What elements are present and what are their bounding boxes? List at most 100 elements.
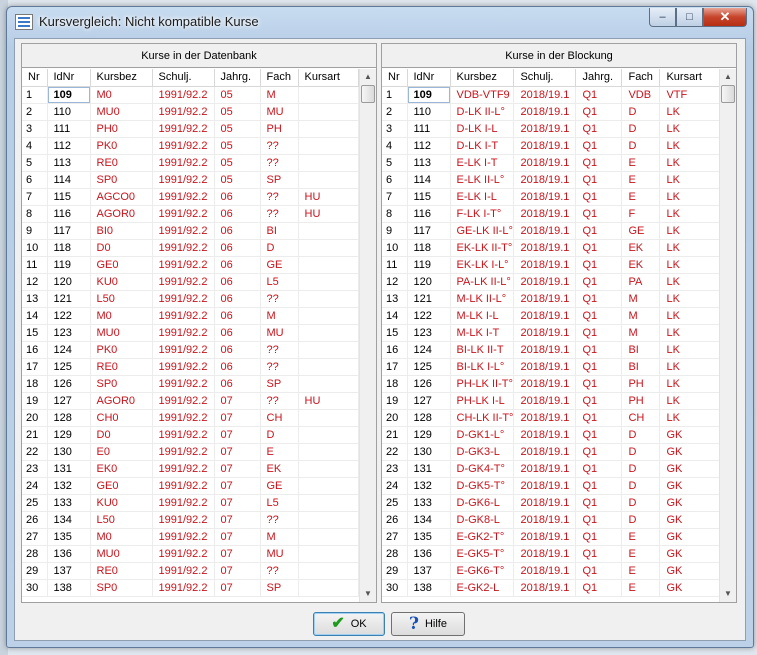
table-row[interactable]: 27 135 E-GK2-T° 2018/19.1 Q1 E GK (382, 528, 721, 546)
table-row[interactable]: 29 137 RE0 1991/92.2 07?? (22, 562, 359, 580)
column-header[interactable]: Kursart (659, 69, 721, 87)
table-row[interactable]: 30 138 SP0 1991/92.2 07 SP (22, 579, 359, 597)
table-row[interactable]: 2 110 D-LK II-L° 2018/19.1 Q1 D LK (382, 103, 721, 121)
table-row[interactable]: 26 134 D-GK8-L 2018/19.1 Q1 D GK (382, 511, 721, 529)
table-row[interactable]: 18 126 SP0 1991/92.2 06 SP (22, 375, 359, 393)
table-row[interactable]: 4 112 PK0 1991/92.2 05?? (22, 137, 359, 155)
table-row[interactable]: 11 119 GE0 1991/92.2 06 GE (22, 256, 359, 274)
blocking-courses-grid[interactable]: Nr IdNr Kursbez Schulj. Jahrg. Fach Kursart 11… (382, 69, 736, 602)
scroll-thumb[interactable] (361, 85, 375, 103)
table-row[interactable]: 25 133 KU0 1991/92.2 07 L5 (22, 494, 359, 512)
table-row[interactable]: 1 109 M0 1991/92.2 05 M (22, 86, 359, 104)
column-header[interactable]: IdNr (407, 69, 451, 87)
database-scrollbar[interactable]: ▲ ▼ (359, 69, 376, 602)
table-row[interactable]: 14 122 M0 1991/92.2 06 M (22, 307, 359, 325)
table-row[interactable]: 12 120 KU0 1991/92.2 06 L5 (22, 273, 359, 291)
table-row[interactable]: 7 115 E-LK I-L 2018/19.1 Q1 E LK (382, 188, 721, 206)
table-row[interactable]: 17 125 RE0 1991/92.2 06?? (22, 358, 359, 376)
table-row[interactable]: 23 131 D-GK4-T° 2018/19.1 Q1 D GK (382, 460, 721, 478)
table-row[interactable]: 19 127 AGOR0 1991/92.2 07?? HU (22, 392, 359, 410)
table-row[interactable]: 11 119 EK-LK I-L° 2018/19.1 Q1 EK LK (382, 256, 721, 274)
table-row[interactable]: 20 128 CH-LK II-T° 2018/19.1 Q1 CH LK (382, 409, 721, 427)
table-row[interactable]: 21 129 D0 1991/92.2 07 D (22, 426, 359, 444)
table-row[interactable]: 22 130 D-GK3-L 2018/19.1 Q1 D GK (382, 443, 721, 461)
table-row[interactable]: 17 125 BI-LK I-L° 2018/19.1 Q1 BI LK (382, 358, 721, 376)
column-header[interactable]: Schulj. (152, 69, 215, 87)
table-row[interactable]: 13 121 M-LK II-L° 2018/19.1 Q1 M LK (382, 290, 721, 308)
table-row[interactable]: 7 115 AGCO0 1991/92.2 06?? HU (22, 188, 359, 206)
table-row[interactable]: 15 123 M-LK I-T 2018/19.1 Q1 M LK (382, 324, 721, 342)
minimize-button[interactable]: – (649, 8, 676, 27)
table-row[interactable]: 21 129 D-GK1-L° 2018/19.1 Q1 D GK (382, 426, 721, 444)
grade-cell: 05 (214, 154, 261, 172)
column-header[interactable]: Schulj. (513, 69, 577, 87)
id-number-cell: 132 (407, 477, 451, 495)
table-row[interactable]: 6 114 E-LK II-L° 2018/19.1 Q1 E LK (382, 171, 721, 189)
table-row[interactable]: 14 122 M-LK I-L 2018/19.1 Q1 M LK (382, 307, 721, 325)
title-bar[interactable]: Kursvergleich: Nicht kompatible Kurse – … (7, 7, 753, 37)
table-row[interactable]: 5 113 RE0 1991/92.2 05?? (22, 154, 359, 172)
database-courses-grid[interactable]: Nr IdNr Kursbez Schulj. Jahrg. Fach Kursart 11… (22, 69, 376, 602)
table-row[interactable]: 13 121 L50 1991/92.2 06?? (22, 290, 359, 308)
table-row[interactable]: 5 113 E-LK I-T 2018/19.1 Q1 E LK (382, 154, 721, 172)
table-row[interactable]: 26 134 L50 1991/92.2 07?? (22, 511, 359, 529)
grade-cell: 07 (214, 460, 261, 478)
scroll-thumb[interactable] (721, 85, 735, 103)
column-header[interactable]: Fach (260, 69, 299, 87)
table-row[interactable]: 8 116 AGOR0 1991/92.2 06?? HU (22, 205, 359, 223)
table-row[interactable]: 8 116 F-LK I-T° 2018/19.1 Q1 F LK (382, 205, 721, 223)
blocking-scrollbar[interactable]: ▲ ▼ (719, 69, 736, 602)
table-row[interactable]: 10 118 D0 1991/92.2 06 D (22, 239, 359, 257)
table-row[interactable]: 24 132 D-GK5-T° 2018/19.1 Q1 D GK (382, 477, 721, 495)
maximize-button[interactable]: □ (676, 8, 703, 27)
id-number-cell: 130 (407, 443, 451, 461)
minimize-icon: – (659, 11, 666, 23)
column-header[interactable]: Nr (22, 69, 48, 87)
column-header[interactable]: Fach (621, 69, 661, 87)
table-row[interactable]: 27 135 M0 1991/92.2 07 M (22, 528, 359, 546)
column-header[interactable]: IdNr (47, 69, 91, 87)
id-number-cell: 115 (407, 188, 451, 206)
table-row[interactable]: 3 111 PH0 1991/92.2 05 PH (22, 120, 359, 138)
table-row[interactable]: 12 120 PA-LK II-L° 2018/19.1 Q1 PA LK (382, 273, 721, 291)
table-row[interactable]: 22 130 E0 1991/92.2 07 E (22, 443, 359, 461)
scroll-down-arrow-icon[interactable]: ▼ (360, 586, 376, 602)
help-button[interactable]: ? Hilfe (391, 612, 465, 636)
course-type-cell: VTF (659, 86, 721, 104)
table-row[interactable]: 16 124 PK0 1991/92.2 06?? (22, 341, 359, 359)
table-row[interactable]: 28 136 E-GK5-T° 2018/19.1 Q1 E GK (382, 545, 721, 563)
row-number-cell: 13 (22, 290, 48, 308)
school-year-cell: 2018/19.1 (513, 358, 577, 376)
table-row[interactable]: 9 117 BI0 1991/92.2 06 BI (22, 222, 359, 240)
column-header[interactable]: Jahrg. (575, 69, 623, 87)
table-row[interactable]: 28 136 MU0 1991/92.2 07 MU (22, 545, 359, 563)
table-row[interactable]: 16 124 BI-LK II-T 2018/19.1 Q1 BI LK (382, 341, 721, 359)
table-row[interactable]: 10 118 EK-LK II-T° 2018/19.1 Q1 EK LK (382, 239, 721, 257)
table-row[interactable]: 29 137 E-GK6-T° 2018/19.1 Q1 E GK (382, 562, 721, 580)
table-row[interactable]: 15 123 MU0 1991/92.2 06 MU (22, 324, 359, 342)
table-row[interactable]: 24 132 GE0 1991/92.2 07 GE (22, 477, 359, 495)
table-row[interactable]: 2 110 MU0 1991/92.2 05 MU (22, 103, 359, 121)
close-button[interactable]: ✕ (703, 8, 747, 27)
scroll-down-arrow-icon[interactable]: ▼ (720, 586, 736, 602)
table-row[interactable]: 25 133 D-GK6-L 2018/19.1 Q1 D GK (382, 494, 721, 512)
table-row[interactable]: 20 128 CH0 1991/92.2 07 CH (22, 409, 359, 427)
scroll-up-arrow-icon[interactable]: ▲ (360, 69, 376, 85)
column-header[interactable]: Kursart (298, 69, 359, 87)
table-row[interactable]: 9 117 GE-LK II-L° 2018/19.1 Q1 GE LK (382, 222, 721, 240)
column-header[interactable]: Jahrg. (214, 69, 261, 87)
table-row[interactable]: 23 131 EK0 1991/92.2 07 EK (22, 460, 359, 478)
table-row[interactable]: 18 126 PH-LK II-T° 2018/19.1 Q1 PH LK (382, 375, 721, 393)
column-header[interactable]: Kursbez (90, 69, 153, 87)
table-row[interactable]: 6 114 SP0 1991/92.2 05 SP (22, 171, 359, 189)
scroll-up-arrow-icon[interactable]: ▲ (720, 69, 736, 85)
table-row[interactable]: 1 109 VDB-VTF9 2018/19.1 Q1 VDB VTF (382, 86, 721, 104)
column-header[interactable]: Nr (382, 69, 408, 87)
table-row[interactable]: 19 127 PH-LK I-L 2018/19.1 Q1 PH LK (382, 392, 721, 410)
table-row[interactable]: 4 112 D-LK I-T 2018/19.1 Q1 D LK (382, 137, 721, 155)
column-header[interactable]: Kursbez (450, 69, 515, 87)
table-row[interactable]: 30 138 E-GK2-L 2018/19.1 Q1 E GK (382, 579, 721, 597)
ok-button[interactable]: ✔ OK (313, 612, 385, 636)
table-row[interactable]: 3 111 D-LK I-L 2018/19.1 Q1 D LK (382, 120, 721, 138)
subject-cell: PH (621, 375, 661, 393)
